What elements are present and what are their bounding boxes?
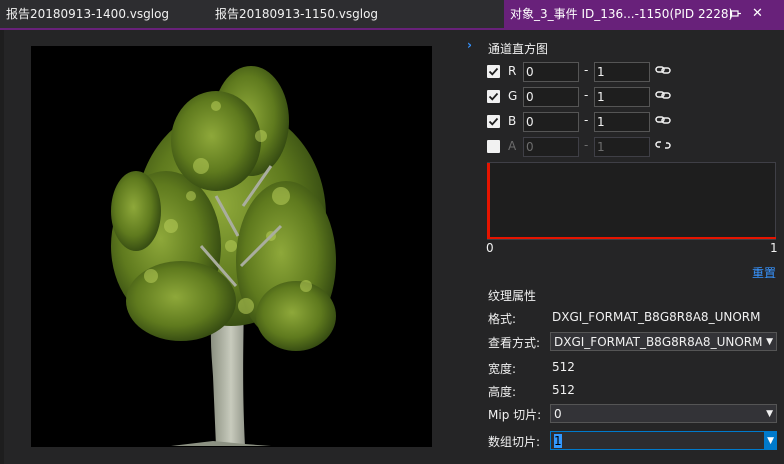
format-value: DXGI_FORMAT_B8G8R8A8_UNORM xyxy=(552,310,761,324)
channel-b-max-input[interactable]: 1 xyxy=(594,112,650,132)
histogram-plot xyxy=(487,162,776,240)
channel-a-label: A xyxy=(508,139,517,153)
channel-a-max-input[interactable]: 1 xyxy=(594,137,650,157)
histogram-baseline xyxy=(487,237,776,239)
view-as-dropdown[interactable]: DXGI_FORMAT_B8G8R8A8_UNORM ▼ xyxy=(550,332,777,351)
texture-preview[interactable] xyxy=(31,46,432,447)
channel-b-min-input[interactable]: 0 xyxy=(523,112,579,132)
tab-object-3-event-label: 对象_3_事件 ID_136...-1150(PID 2228) xyxy=(510,7,734,21)
channel-r-checkbox[interactable] xyxy=(487,65,500,78)
range-separator: - xyxy=(584,63,589,77)
view-as-value: DXGI_FORMAT_B8G8R8A8_UNORM xyxy=(554,335,763,349)
texture-properties-title: 纹理属性 xyxy=(488,289,537,303)
chevron-down-icon: ▼ xyxy=(767,436,774,446)
chain-link-icon[interactable] xyxy=(655,90,671,100)
format-label: 格式: xyxy=(488,312,517,326)
chevron-down-icon: ▼ xyxy=(766,409,773,419)
mip-slice-label: Mip 切片: xyxy=(488,408,542,422)
pin-icon[interactable] xyxy=(730,9,741,19)
height-value: 512 xyxy=(552,383,575,397)
close-icon[interactable]: ✕ xyxy=(752,0,763,28)
range-separator: - xyxy=(584,138,589,152)
width-value: 512 xyxy=(552,360,575,374)
histogram-axis-min: 0 xyxy=(486,241,494,255)
reset-link[interactable]: 重置 xyxy=(752,264,776,281)
channel-a-min-input[interactable]: 0 xyxy=(523,137,579,157)
channel-a-checkbox[interactable] xyxy=(487,140,500,153)
chevron-right-icon[interactable]: › xyxy=(467,38,472,52)
array-slice-dropdown[interactable]: 1 ▼ xyxy=(550,431,777,450)
tab-object-3-event[interactable]: 对象_3_事件 ID_136...-1150(PID 2228) ✕ xyxy=(504,0,784,28)
histogram-axis-max: 1 xyxy=(770,241,778,255)
chain-link-icon[interactable] xyxy=(655,115,671,125)
chain-link-icon[interactable] xyxy=(655,65,671,75)
channel-r-max-input[interactable]: 1 xyxy=(594,62,650,82)
range-separator: - xyxy=(584,113,589,127)
width-label: 宽度: xyxy=(488,362,517,376)
channel-g-label: G xyxy=(508,89,518,103)
channel-r-min-input[interactable]: 0 xyxy=(523,62,579,82)
channel-b-label: B xyxy=(508,114,517,128)
checkmark-icon xyxy=(488,92,499,101)
channel-g-min-input[interactable]: 0 xyxy=(523,87,579,107)
channel-r-label: R xyxy=(508,64,517,78)
view-as-label: 查看方式: xyxy=(488,336,541,350)
array-slice-label: 数组切片: xyxy=(488,435,541,449)
channel-g-max-input[interactable]: 1 xyxy=(594,87,650,107)
checkmark-icon xyxy=(488,117,499,126)
height-label: 高度: xyxy=(488,385,517,399)
channel-g-checkbox[interactable] xyxy=(487,90,500,103)
tree-texture-image xyxy=(111,66,336,446)
document-tab-bar: 报告20180913-1400.vsglog 报告20180913-1150.v… xyxy=(0,0,784,28)
chevron-down-icon: ▼ xyxy=(766,337,773,347)
tab-report-1150[interactable]: 报告20180913-1150.vsglog xyxy=(215,0,378,28)
channel-b-checkbox[interactable] xyxy=(487,115,500,128)
array-slice-value: 1 xyxy=(554,434,562,448)
tab-report-1400[interactable]: 报告20180913-1400.vsglog xyxy=(6,0,169,28)
broken-link-icon[interactable] xyxy=(655,140,671,150)
range-separator: - xyxy=(584,88,589,102)
mip-slice-value: 0 xyxy=(554,407,562,421)
mip-slice-dropdown[interactable]: 0 ▼ xyxy=(550,404,777,423)
histogram-bar xyxy=(487,163,490,238)
checkmark-icon xyxy=(488,67,499,76)
channel-histogram-title: 通道直方图 xyxy=(488,42,549,56)
